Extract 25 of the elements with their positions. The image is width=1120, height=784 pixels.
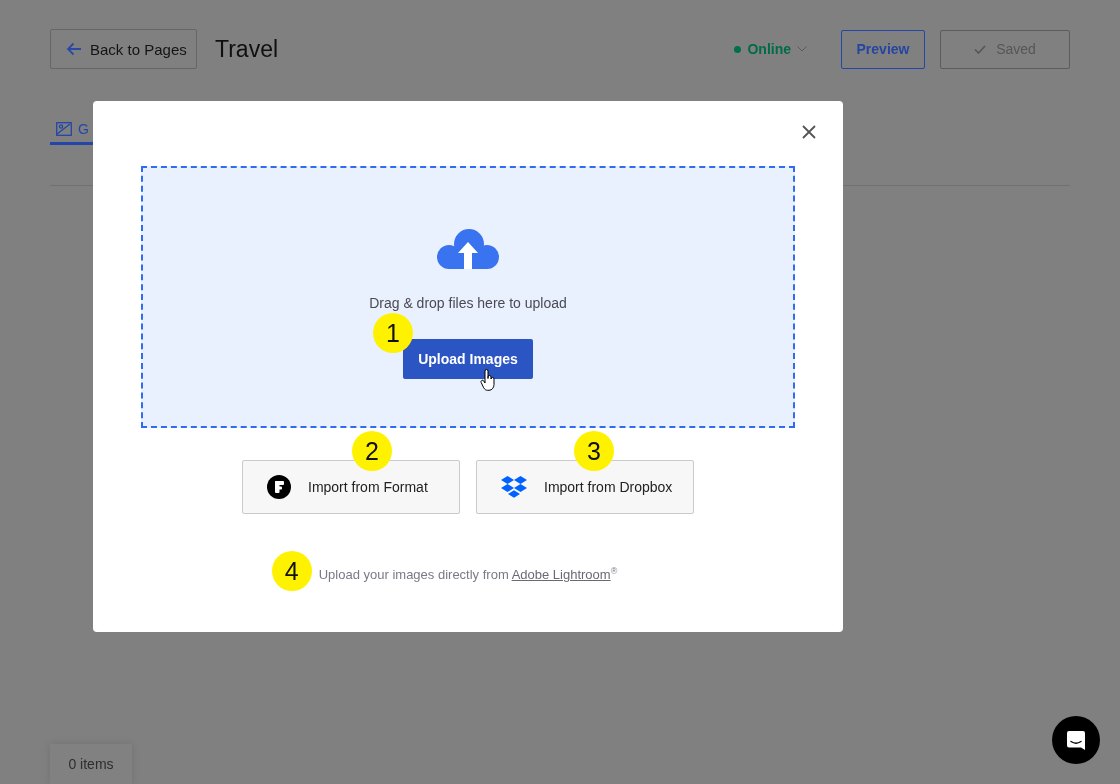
arrow-left-icon	[66, 42, 82, 56]
check-icon	[974, 44, 987, 54]
lightroom-note: Upload your images directly from Adobe Lightroom$^{®}$	[318, 565, 618, 585]
upload-images-button[interactable]: Upload Images	[403, 339, 533, 379]
close-icon	[802, 125, 816, 139]
image-icon	[56, 121, 72, 136]
f-logo-icon	[267, 475, 291, 499]
drop-instructions: Drag & drop files here to upload	[369, 294, 567, 313]
import-button[interactable]: Import from Format	[242, 460, 460, 514]
drop-zone[interactable]: Drag & drop files here to upload Upload Images 1	[141, 166, 795, 428]
step-marker: 3	[574, 431, 614, 471]
chevron-down-icon	[797, 46, 807, 52]
status-dot-icon	[734, 45, 742, 53]
back-button[interactable]: Back to Pages	[50, 29, 197, 69]
hand-cursor-icon	[480, 369, 496, 391]
lightroom-link[interactable]: Adobe Lightroom	[511, 567, 611, 583]
page-title: Travel	[215, 35, 279, 63]
chat-bubble-icon	[1066, 729, 1086, 751]
import-button[interactable]: Import from Dropbox	[476, 460, 694, 514]
step-marker: 1	[373, 313, 413, 353]
item-count: 0 items	[50, 744, 132, 784]
cloud-upload-icon	[437, 229, 499, 269]
step-marker: 2	[352, 431, 392, 471]
step-marker: 4	[271, 551, 312, 591]
diamonds-icon	[501, 476, 527, 498]
